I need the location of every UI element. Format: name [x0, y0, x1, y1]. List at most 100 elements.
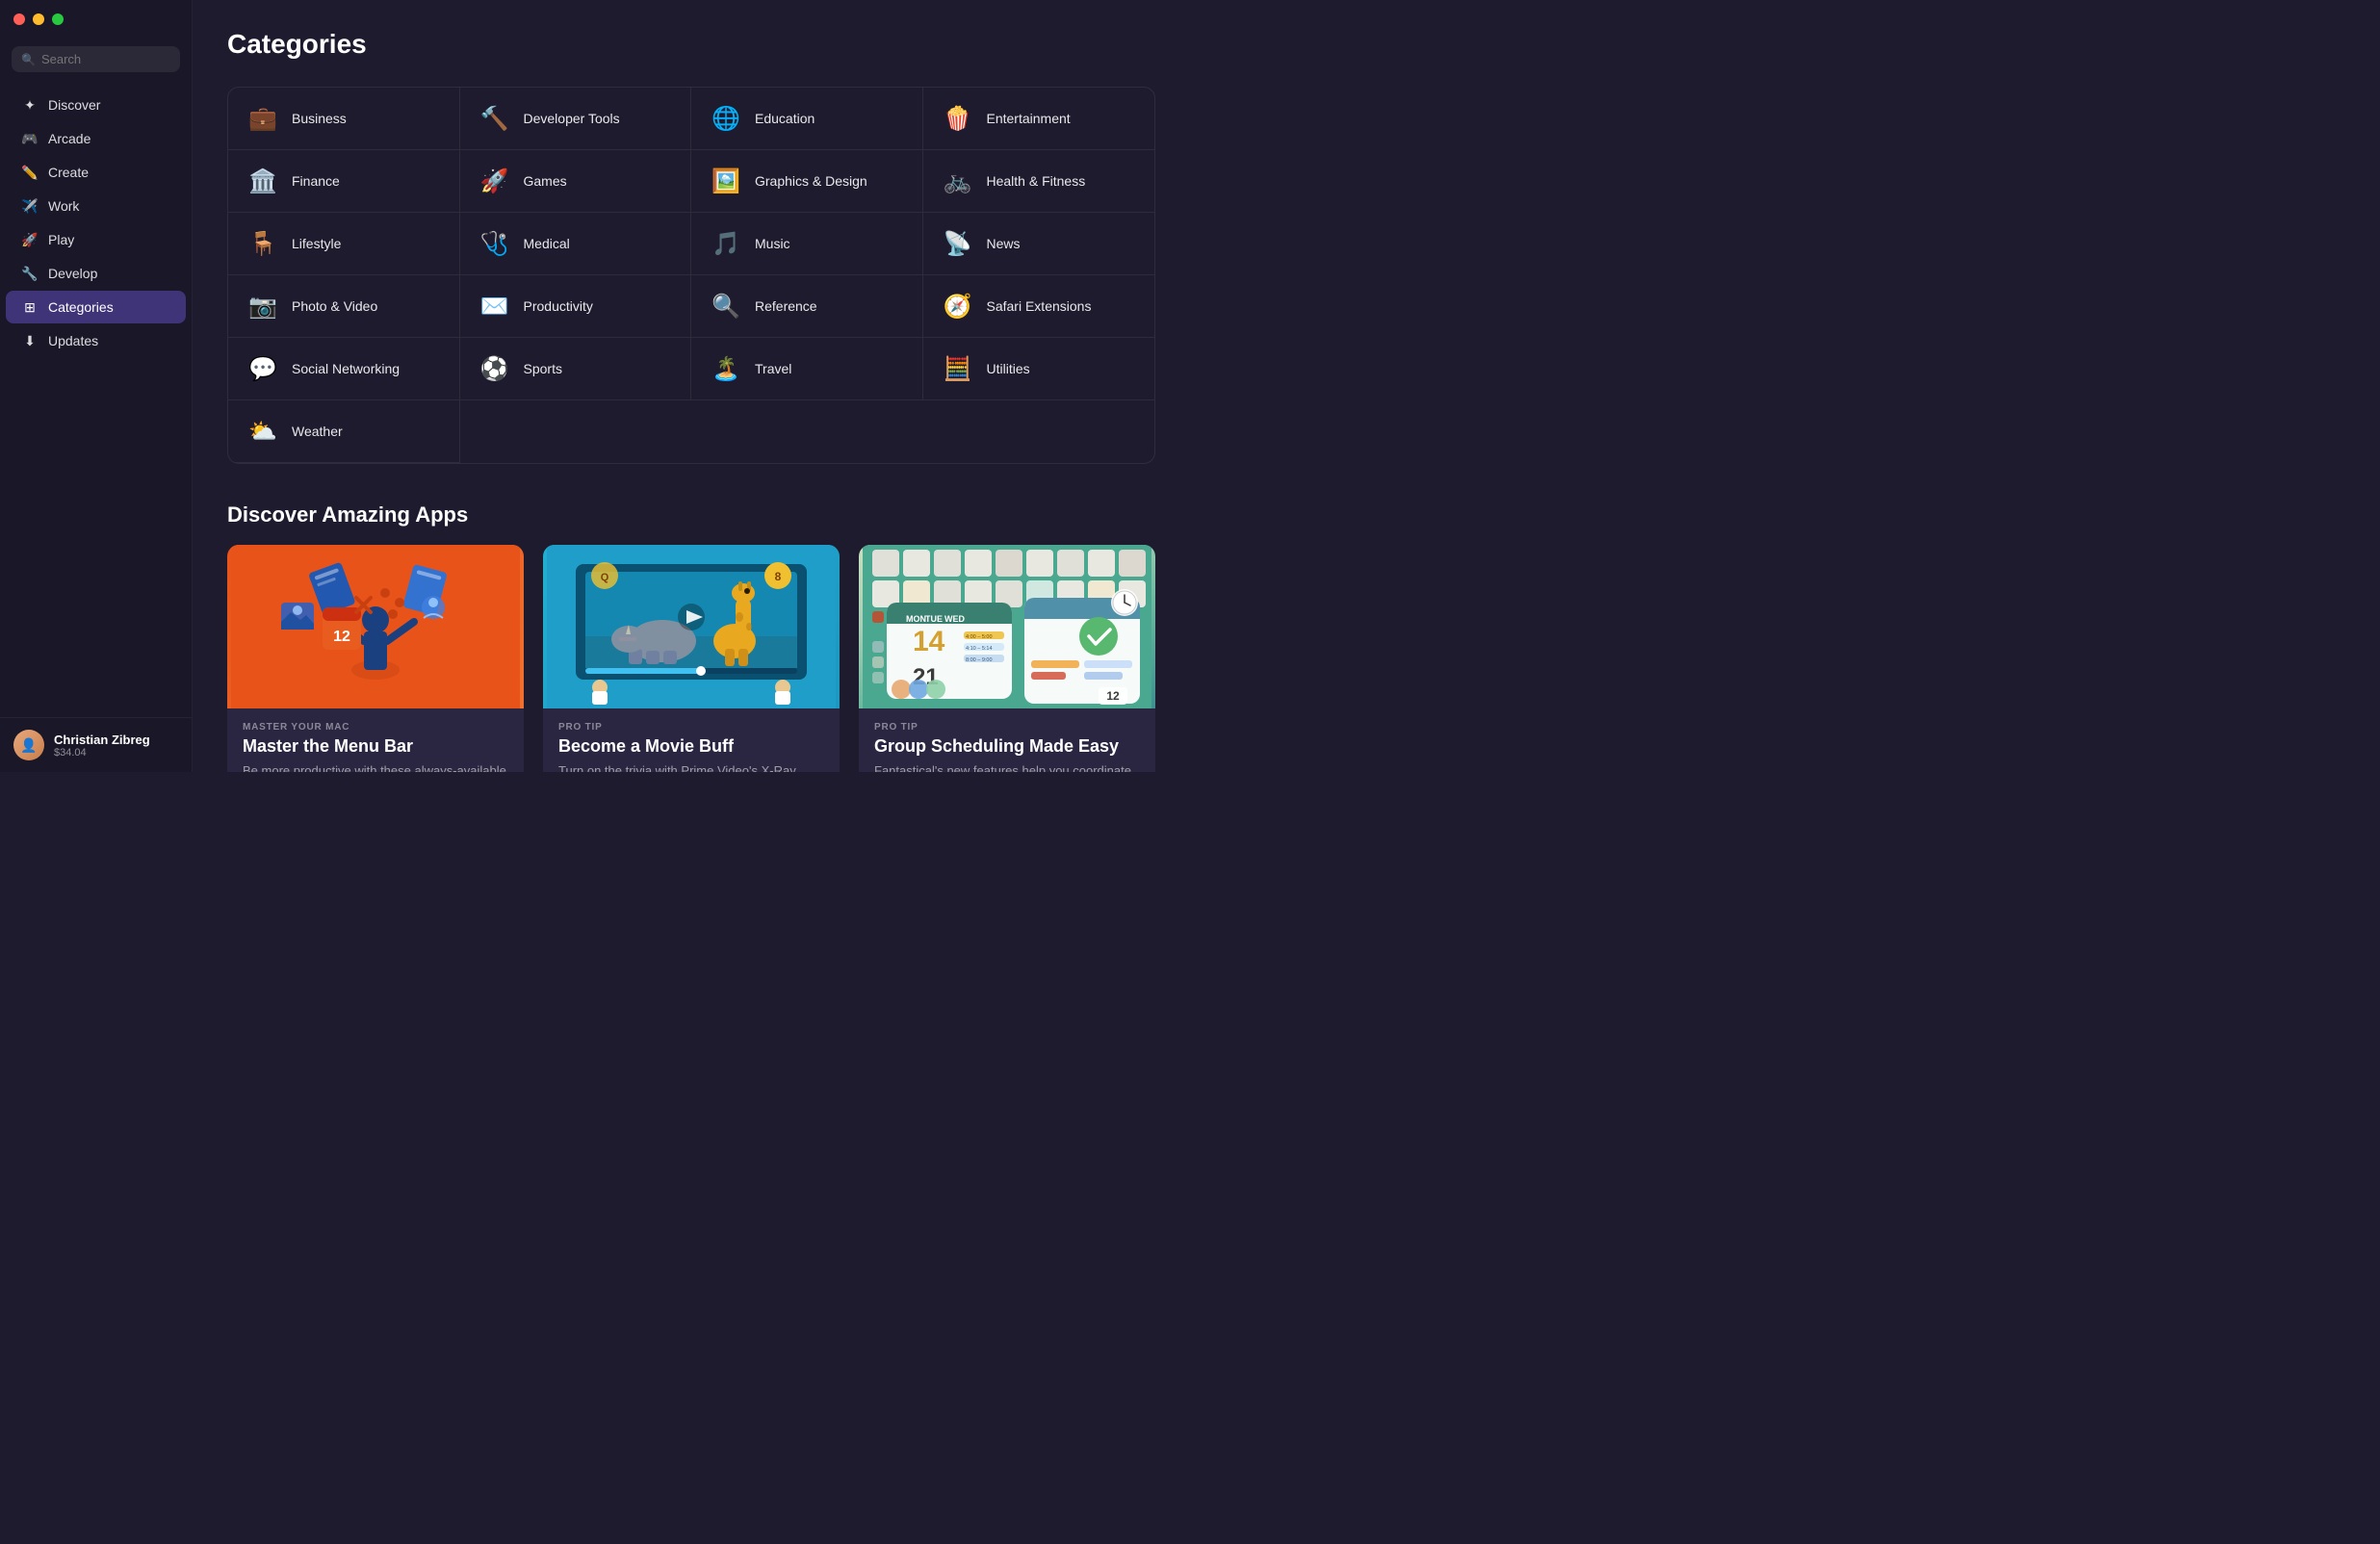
category-label-utilities: Utilities	[987, 361, 1030, 376]
category-label-developer-tools: Developer Tools	[524, 111, 620, 126]
social-networking-icon: 💬	[246, 351, 280, 386]
sidebar-item-updates[interactable]: ⬇ Updates	[6, 324, 186, 357]
category-item-safari-extensions[interactable]: 🧭 Safari Extensions	[923, 275, 1155, 338]
discover-card-movie-buff[interactable]: 8 Q PRO TIP Become a Movie Buff Turn on …	[543, 545, 840, 772]
sidebar-item-categories[interactable]: ⊞ Categories	[6, 291, 186, 323]
svg-text:8: 8	[775, 570, 782, 583]
search-icon: 🔍	[21, 53, 36, 66]
category-label-news: News	[987, 236, 1021, 251]
sidebar-item-work[interactable]: ✈️ Work	[6, 190, 186, 222]
category-label-business: Business	[292, 111, 347, 126]
svg-text:MON: MON	[906, 614, 926, 624]
search-input[interactable]	[41, 52, 170, 66]
card-body-1: MASTER YOUR MAC Master the Menu Bar Be m…	[227, 708, 524, 772]
svg-text:12: 12	[1106, 689, 1120, 703]
category-label-photo-video: Photo & Video	[292, 298, 377, 314]
svg-text:Q: Q	[601, 572, 609, 583]
news-icon: 📡	[941, 226, 975, 261]
category-label-games: Games	[524, 173, 567, 189]
card-illustration-3: MON TUE WED 14 21 4:00 – 5:00 4:10 – 5:1…	[859, 545, 1155, 708]
category-label-travel: Travel	[755, 361, 791, 376]
music-icon: 🎵	[709, 226, 743, 261]
maximize-button[interactable]	[52, 13, 64, 25]
category-item-graphics-design[interactable]: 🖼️ Graphics & Design	[691, 150, 923, 213]
category-item-weather[interactable]: ⛅ Weather	[228, 400, 460, 463]
category-item-business[interactable]: 💼 Business	[228, 88, 460, 150]
category-item-health-fitness[interactable]: 🚲 Health & Fitness	[923, 150, 1155, 213]
category-item-entertainment[interactable]: 🍿 Entertainment	[923, 88, 1155, 150]
sidebar-item-discover[interactable]: ✦ Discover	[6, 89, 186, 121]
sidebar-item-create[interactable]: ✏️ Create	[6, 156, 186, 189]
category-item-photo-video[interactable]: 📷 Photo & Video	[228, 275, 460, 338]
svg-text:8:00 – 9:00: 8:00 – 9:00	[966, 657, 993, 663]
games-icon: 🚀	[478, 164, 512, 198]
reference-icon: 🔍	[709, 289, 743, 323]
sidebar-label-work: Work	[48, 198, 79, 214]
sidebar-item-develop[interactable]: 🔧 Develop	[6, 257, 186, 290]
category-item-productivity[interactable]: ✉️ Productivity	[460, 275, 692, 338]
card-body-3: PRO TIP Group Scheduling Made Easy Fanta…	[859, 708, 1155, 772]
category-item-sports[interactable]: ⚽ Sports	[460, 338, 692, 400]
category-item-finance[interactable]: 🏛️ Finance	[228, 150, 460, 213]
photo-video-icon: 📷	[246, 289, 280, 323]
search-box[interactable]: 🔍	[12, 46, 180, 72]
work-icon: ✈️	[21, 197, 39, 215]
titlebar	[0, 0, 192, 39]
card-illustration-1: 12	[227, 545, 524, 708]
card-title-3: Group Scheduling Made Easy	[874, 736, 1140, 757]
card-body-2: PRO TIP Become a Movie Buff Turn on the …	[543, 708, 840, 772]
sidebar-label-play: Play	[48, 232, 74, 247]
sidebar-item-play[interactable]: 🚀 Play	[6, 223, 186, 256]
category-label-reference: Reference	[755, 298, 817, 314]
weather-icon: ⛅	[246, 414, 280, 449]
discover-card-group-scheduling[interactable]: MON TUE WED 14 21 4:00 – 5:00 4:10 – 5:1…	[859, 545, 1155, 772]
user-balance: $34.04	[54, 747, 150, 759]
discover-card-master-menu-bar[interactable]: 12 M	[227, 545, 524, 772]
category-item-developer-tools[interactable]: 🔨 Developer Tools	[460, 88, 692, 150]
main-content: Categories 💼 Business 🔨 Developer Tools …	[193, 0, 1190, 772]
category-item-lifestyle[interactable]: 🪑 Lifestyle	[228, 213, 460, 275]
svg-text:TUE: TUE	[925, 614, 943, 624]
safari-extensions-icon: 🧭	[941, 289, 975, 323]
avatar: 👤	[13, 730, 44, 760]
category-item-medical[interactable]: 🩺 Medical	[460, 213, 692, 275]
category-item-education[interactable]: 🌐 Education	[691, 88, 923, 150]
card-tag-2: PRO TIP	[558, 722, 824, 733]
sidebar-label-updates: Updates	[48, 333, 98, 348]
card-tag-3: PRO TIP	[874, 722, 1140, 733]
sidebar-label-categories: Categories	[48, 299, 114, 315]
category-item-social-networking[interactable]: 💬 Social Networking	[228, 338, 460, 400]
category-label-graphics-design: Graphics & Design	[755, 173, 867, 189]
svg-text:4:00 – 5:00: 4:00 – 5:00	[966, 634, 993, 640]
close-button[interactable]	[13, 13, 25, 25]
updates-icon: ⬇	[21, 332, 39, 349]
card-title-1: Master the Menu Bar	[243, 736, 508, 757]
card-image-1: 12	[227, 545, 524, 708]
education-icon: 🌐	[709, 101, 743, 136]
categories-grid: 💼 Business 🔨 Developer Tools 🌐 Education…	[227, 87, 1155, 464]
category-label-safari-extensions: Safari Extensions	[987, 298, 1092, 314]
svg-text:WED: WED	[944, 614, 965, 624]
category-label-weather: Weather	[292, 424, 343, 439]
minimize-button[interactable]	[33, 13, 44, 25]
category-item-music[interactable]: 🎵 Music	[691, 213, 923, 275]
user-name: Christian Zibreg	[54, 733, 150, 747]
discover-icon: ✦	[21, 96, 39, 114]
category-item-reference[interactable]: 🔍 Reference	[691, 275, 923, 338]
sidebar-label-develop: Develop	[48, 266, 97, 281]
sidebar-nav: ✦ Discover 🎮 Arcade ✏️ Create ✈️ Work 🚀 …	[0, 88, 192, 358]
category-label-health-fitness: Health & Fitness	[987, 173, 1086, 189]
finance-icon: 🏛️	[246, 164, 280, 198]
sidebar-item-arcade[interactable]: 🎮 Arcade	[6, 122, 186, 155]
sidebar: 🔍 ✦ Discover 🎮 Arcade ✏️ Create ✈️ Work …	[0, 0, 193, 772]
travel-icon: 🏝️	[709, 351, 743, 386]
category-item-news[interactable]: 📡 News	[923, 213, 1155, 275]
play-icon: 🚀	[21, 231, 39, 248]
category-item-games[interactable]: 🚀 Games	[460, 150, 692, 213]
category-item-travel[interactable]: 🏝️ Travel	[691, 338, 923, 400]
discover-section-title: Discover Amazing Apps	[227, 502, 1155, 528]
page-title: Categories	[227, 29, 1155, 60]
category-item-utilities[interactable]: 🧮 Utilities	[923, 338, 1155, 400]
category-label-productivity: Productivity	[524, 298, 593, 314]
card-image-3: MON TUE WED 14 21 4:00 – 5:00 4:10 – 5:1…	[859, 545, 1155, 708]
